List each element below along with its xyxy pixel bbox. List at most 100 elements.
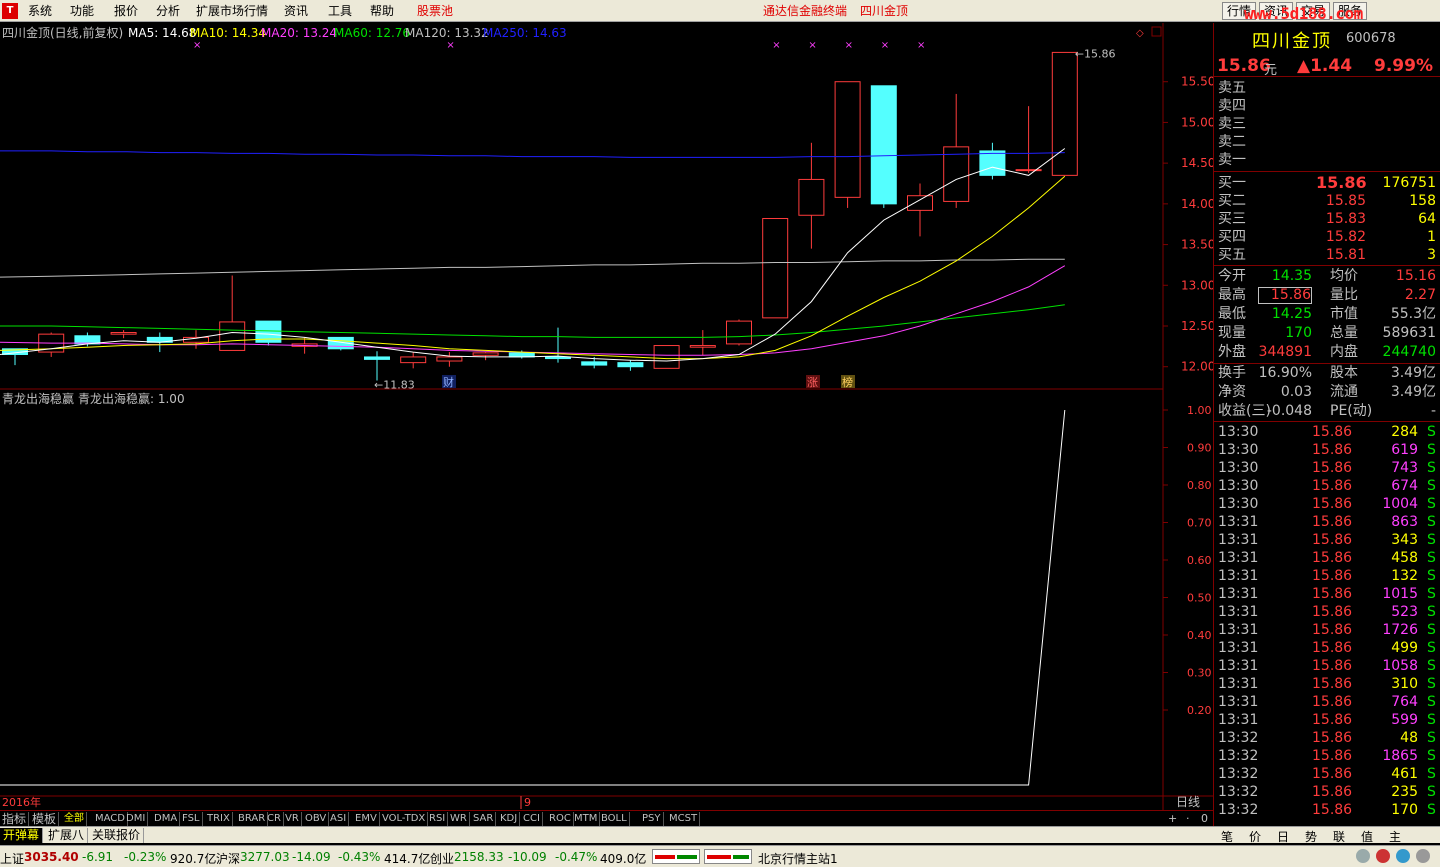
indicator-tab-10[interactable]: VR	[283, 812, 302, 826]
tick-row[interactable]: 13:32 15.86 1865 S	[1218, 747, 1438, 765]
bottom-tab-0[interactable]: 开弹幕	[0, 828, 44, 843]
tick-row[interactable]: 13:30 15.86 743 S	[1218, 459, 1438, 477]
candle-body-27[interactable]	[979, 150, 1006, 176]
bottom-tab-1[interactable]: 扩展八	[45, 828, 89, 843]
candle-body-16[interactable]	[581, 361, 608, 366]
indicator-tab-23[interactable]: PSY	[640, 812, 664, 826]
indicator-tab-22[interactable]: BOLL	[599, 812, 630, 826]
status-icon-2[interactable]	[1376, 849, 1390, 863]
candle-body-22[interactable]	[798, 178, 825, 216]
tick-row[interactable]: 13:32 15.86 48 S	[1218, 729, 1438, 747]
candle-body-17[interactable]	[617, 362, 644, 368]
right-tab-6[interactable]: 主	[1389, 828, 1401, 845]
candle-body-10[interactable]	[364, 356, 390, 360]
indicator-tab-17[interactable]: SAR	[471, 812, 497, 826]
zoom-out-button[interactable]: ·	[1186, 812, 1190, 825]
indicator-tab-9[interactable]: CR	[265, 812, 284, 826]
indicator-tab-5[interactable]: DMA	[152, 812, 181, 826]
indicator-tab-21[interactable]: MTM	[572, 812, 601, 826]
indicator-tab-11[interactable]: OBV	[303, 812, 330, 826]
indicator-tab-4[interactable]: DMI	[124, 812, 149, 826]
right-tab-0[interactable]: 笔	[1221, 828, 1233, 845]
candle-body-19[interactable]	[689, 345, 716, 348]
candle-body-23[interactable]	[834, 81, 861, 198]
indicator-tab-3[interactable]: MACD	[93, 812, 128, 826]
menu-item-4[interactable]: 扩展市场行情	[196, 3, 268, 19]
tick-row[interactable]: 13:31 15.86 458 S	[1218, 549, 1438, 567]
menu-item-3[interactable]: 分析	[156, 3, 180, 19]
indicator-tab-0[interactable]: 指标	[0, 812, 30, 826]
tick-row[interactable]: 13:31 15.86 599 S	[1218, 711, 1438, 729]
menu-item-5[interactable]: 资讯	[284, 3, 308, 19]
pane-toggle-icon[interactable]	[1151, 26, 1162, 37]
right-tab-5[interactable]: 值	[1361, 828, 1373, 845]
right-tab-1[interactable]: 价	[1249, 828, 1261, 845]
tick-row[interactable]: 13:32 15.86 235 S	[1218, 783, 1438, 801]
tick-row[interactable]: 13:31 15.86 523 S	[1218, 603, 1438, 621]
tick-row[interactable]: 13:31 15.86 310 S	[1218, 675, 1438, 693]
indicator-tab-12[interactable]: ASI	[328, 812, 350, 826]
tick-row[interactable]: 13:31 15.86 1058 S	[1218, 657, 1438, 675]
tick-row[interactable]: 13:32 15.86 170 S	[1218, 801, 1438, 819]
buy-row-1[interactable]: 买二 15.85 158	[1218, 192, 1438, 210]
indicator-tab-7[interactable]: TRIX	[205, 812, 233, 826]
right-tab-4[interactable]: 联	[1333, 828, 1345, 845]
candle-body-6[interactable]	[219, 321, 246, 351]
indicator-tab-20[interactable]: ROC	[547, 812, 574, 826]
indicator-tab-2[interactable]: 全部	[62, 812, 87, 826]
buy-row-2[interactable]: 买三 15.83 64	[1218, 210, 1438, 228]
chart-canvas[interactable]: ◇ 四川金顶(日线,前复权) MA5: 14.68MA10: 14.34MA20: …	[0, 23, 1213, 810]
indicator-tab-1[interactable]: 模板	[30, 812, 60, 826]
candle-body-13[interactable]	[472, 352, 499, 356]
period-label[interactable]: 日线	[1176, 795, 1200, 809]
indicator-tab-18[interactable]: KDJ	[498, 812, 521, 826]
candle-body-25[interactable]	[907, 195, 933, 211]
tick-row[interactable]: 13:30 15.86 674 S	[1218, 477, 1438, 495]
right-tab-2[interactable]: 日	[1277, 828, 1289, 845]
tick-row[interactable]: 13:31 15.86 1726 S	[1218, 621, 1438, 639]
tick-row[interactable]: 13:31 15.86 1015 S	[1218, 585, 1438, 603]
zero-button[interactable]: 0	[1201, 812, 1208, 825]
kline-chart[interactable]: ◇ 四川金顶(日线,前复权) MA5: 14.68 MA10: 14.34 MA20: …	[0, 23, 1213, 810]
tick-row[interactable]: 13:31 15.86 499 S	[1218, 639, 1438, 657]
indicator-tab-8[interactable]: BRAR	[236, 812, 269, 826]
tick-row[interactable]: 13:30 15.86 284 S	[1218, 423, 1438, 441]
indicator-tab-6[interactable]: FSL	[180, 812, 203, 826]
bottom-tab-2[interactable]: 关联报价	[89, 828, 145, 843]
candle-body-12[interactable]	[436, 356, 463, 362]
tick-row[interactable]: 13:32 15.86 461 S	[1218, 765, 1438, 783]
tick-row[interactable]: 13:30 15.86 619 S	[1218, 441, 1438, 459]
candle-body-21[interactable]	[762, 218, 789, 319]
indicator-tab-14[interactable]: VOL-TDX	[380, 812, 429, 826]
tick-row[interactable]: 13:31 15.86 863 S	[1218, 513, 1438, 531]
buy-row-3[interactable]: 买四 15.82 1	[1218, 228, 1438, 246]
zoom-in-button[interactable]: +	[1168, 812, 1177, 825]
tick-row[interactable]: 13:30 15.86 1004 S	[1218, 495, 1438, 513]
tick-row[interactable]: 13:31 15.86 132 S	[1218, 567, 1438, 585]
candle-body-26[interactable]	[943, 146, 970, 202]
candle-body-24[interactable]	[870, 85, 897, 205]
candle-body-18[interactable]	[653, 345, 680, 369]
indicator-tab-19[interactable]: CCI	[521, 812, 543, 826]
tick-row[interactable]: 13:31 15.86 764 S	[1218, 693, 1438, 711]
indicator-tab-15[interactable]: RSI	[427, 812, 449, 826]
right-tab-3[interactable]: 势	[1305, 828, 1317, 845]
status-icon-1[interactable]	[1356, 849, 1370, 863]
menu-item-1[interactable]: 功能	[70, 3, 94, 19]
indicator-tab-13[interactable]: EMV	[353, 812, 380, 826]
status-icon-4[interactable]	[1416, 849, 1430, 863]
menu-item-2[interactable]: 报价	[114, 3, 138, 19]
status-icon-3[interactable]	[1396, 849, 1410, 863]
menu-item-6[interactable]: 工具	[328, 3, 352, 19]
tick-row[interactable]: 13:31 15.86 343 S	[1218, 531, 1438, 549]
candle-body-3[interactable]	[110, 332, 137, 335]
indicator-tab-24[interactable]: MCST	[667, 812, 701, 826]
menu-item-0[interactable]: 系统	[28, 3, 52, 19]
menu-item-7[interactable]: 帮助	[370, 3, 394, 19]
candle-body-20[interactable]	[726, 320, 752, 345]
indicator-tab-16[interactable]: WR	[448, 812, 470, 826]
server-name[interactable]: 北京行情主站1	[758, 850, 838, 867]
buy-row-4[interactable]: 买五 15.81 3	[1218, 246, 1438, 264]
candle-body-11[interactable]	[400, 356, 427, 364]
candle-body-28[interactable]	[1015, 169, 1042, 172]
